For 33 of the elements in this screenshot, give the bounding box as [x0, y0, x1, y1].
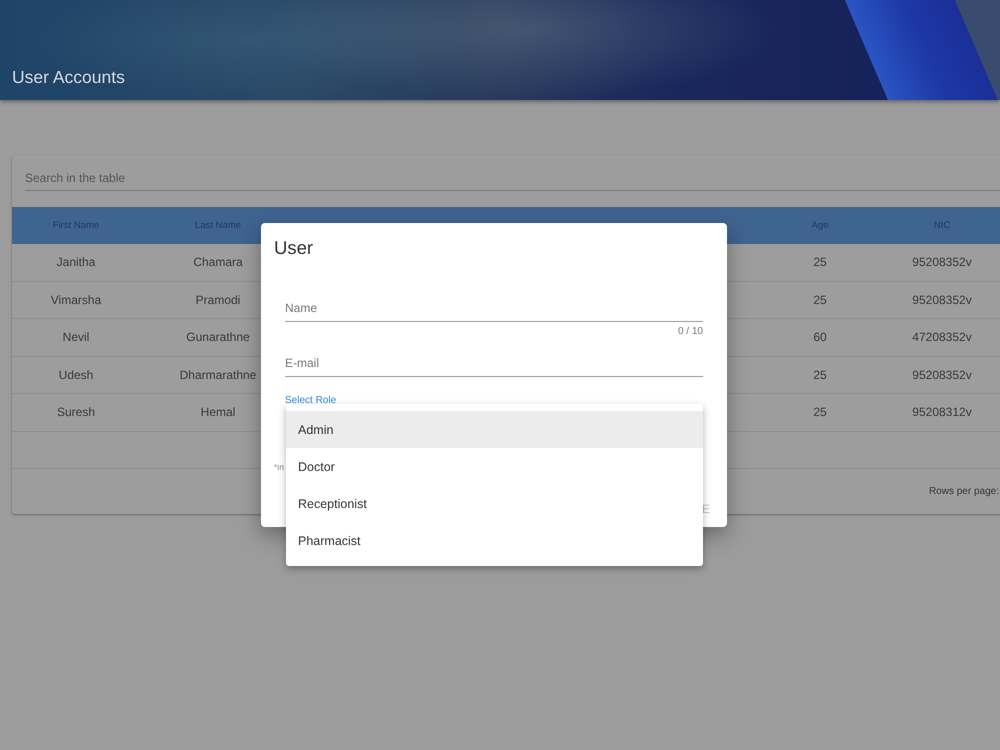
- table-cell-text: Dharmarathne: [178, 368, 258, 382]
- text-field[interactable]: E-mail: [285, 350, 703, 377]
- table-cell-text: Janitha: [56, 255, 96, 270]
- note-text: *in: [274, 462, 284, 472]
- text-field[interactable]: Name: [285, 295, 703, 322]
- table-cell-text: 25: [812, 255, 828, 270]
- select-label: Select Role: [285, 395, 336, 407]
- table-cell-text: 47208352v: [911, 330, 973, 344]
- dialog-title: User: [274, 237, 314, 259]
- menu-option[interactable]: Receptionist: [286, 485, 703, 522]
- table-cell-text: Vimarsha: [50, 292, 102, 307]
- table-cell-text: Udesh: [58, 368, 94, 382]
- table-cell-text: 25: [812, 405, 828, 420]
- table-cell-text: Nevil: [62, 330, 90, 344]
- table-cell-text: 95208352v: [911, 292, 973, 307]
- table-cell-text: 60: [812, 330, 828, 344]
- table-cell-text: Chamara: [192, 255, 244, 270]
- search-field[interactable]: Search in the table: [25, 165, 1000, 191]
- table-cell-text: Gunarathne: [185, 330, 251, 344]
- table-cell-text: 95208352v: [911, 255, 973, 270]
- table-cell-text: 95208352v: [911, 368, 973, 382]
- table-cell-text: Suresh: [56, 405, 96, 420]
- table-cell-text: Pramodi: [194, 292, 242, 307]
- table-cell-text: 95208312v: [911, 405, 973, 420]
- character-counter: 0 / 10: [678, 326, 703, 338]
- table-cell-text: Hemal: [200, 405, 236, 420]
- table-cell-text: 25: [812, 368, 828, 382]
- rows-per-page-label: Rows per page:: [928, 486, 999, 497]
- table-cell-text: 25: [812, 292, 828, 307]
- page-title: User Accounts: [12, 66, 125, 88]
- menu-option[interactable]: Admin: [286, 411, 703, 448]
- menu-option[interactable]: Doctor: [286, 448, 703, 485]
- menu-option[interactable]: Pharmacist: [286, 522, 703, 559]
